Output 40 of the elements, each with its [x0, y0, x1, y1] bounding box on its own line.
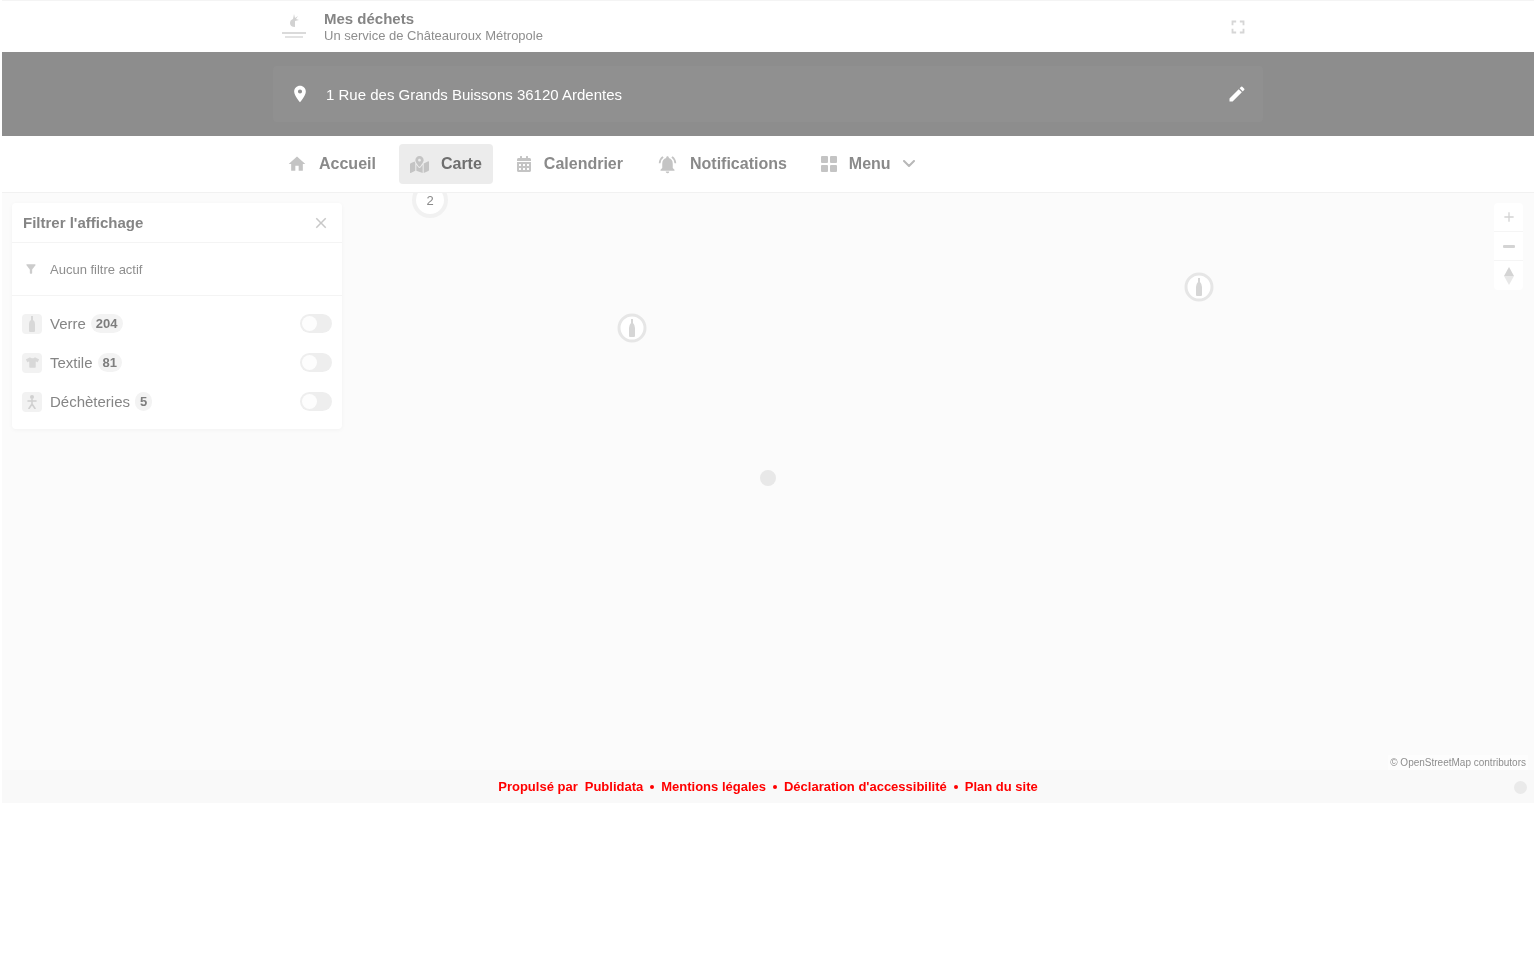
compass-icon [1503, 266, 1514, 285]
app-title: Mes déchets [324, 9, 416, 27]
home-icon [287, 154, 307, 174]
layer-label: Déchèteries [50, 393, 131, 410]
bell-icon [656, 153, 678, 175]
filter-status: Aucun filtre actif [50, 261, 143, 277]
calendar-icon [515, 156, 532, 172]
nav-tab[interactable]: Menu [809, 144, 926, 184]
minus-icon [1502, 244, 1515, 248]
panel-title: Filtrer l'affichage [23, 214, 144, 231]
nav-tab[interactable]: Notifications [645, 144, 798, 184]
layer-count: 204 [90, 314, 123, 333]
nav-tab[interactable]: Calendrier [504, 144, 634, 184]
app-subtitle: Un service de Châteauroux Métropole [324, 26, 543, 44]
separator-dot-icon [650, 784, 655, 789]
footer-link[interactable]: Plan du site [964, 779, 1038, 794]
cluster-marker[interactable]: 2 [412, 193, 448, 218]
layer-label: Verre [50, 315, 86, 332]
grid-icon [820, 156, 837, 172]
chevron-down-icon [902, 160, 915, 168]
nav-tab[interactable]: Accueil [276, 144, 387, 184]
pencil-icon[interactable] [1227, 84, 1247, 104]
powered-by-text: Propulsé par [498, 779, 578, 794]
layer-label: Textile [50, 354, 93, 371]
footer-link[interactable]: Mentions légales [661, 779, 766, 794]
map-pin-icon [409, 154, 429, 174]
separator-dot-icon [953, 784, 958, 789]
footer-link[interactable]: Déclaration d'accessibilité [784, 779, 947, 794]
address-text: 1 Rue des Grands Buissons 36120 Ardentes [326, 85, 624, 103]
separator-dot-icon [773, 784, 777, 789]
bottle-marker-icon[interactable] [617, 313, 647, 343]
nav-tab[interactable]: Carte [398, 144, 493, 184]
layer-count: 5 [135, 392, 153, 411]
bottle-marker-icon[interactable] [1184, 272, 1214, 302]
brand-link[interactable]: Publidata [584, 779, 644, 794]
map-canvas[interactable]: 2 Filtrer l'affichage Aucun filtre actif Verre 204 Textile 81 Déchèteries 5 © OpenStreetMap contributors [2, 193, 1534, 770]
bottle-icon [29, 315, 35, 332]
map-attribution: © OpenStreetMap contributors [1388, 755, 1528, 770]
layer-count: 81 [97, 353, 122, 372]
filter-icon [24, 262, 38, 276]
